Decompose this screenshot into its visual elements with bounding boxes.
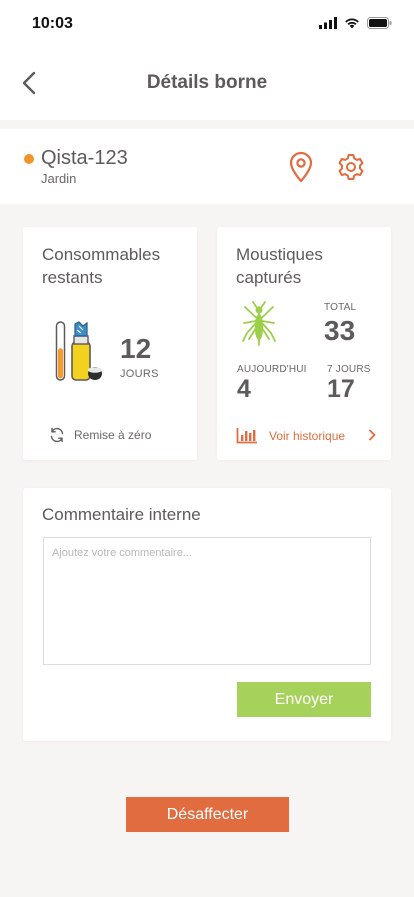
refill-bottle-icon (55, 321, 102, 381)
device-header: Qista-123 Jardin (0, 129, 414, 204)
unassign-button[interactable]: Désaffecter (126, 797, 289, 832)
top-navigation-bar: Détails borne (0, 48, 414, 120)
consumables-title: Consommables restants (42, 243, 160, 289)
total-label: TOTAL (324, 302, 357, 313)
wifi-icon (345, 18, 359, 29)
comment-card: Commentaire interne Envoyer (23, 488, 391, 741)
page-title: Détails borne (146, 72, 268, 93)
send-button[interactable]: Envoyer (237, 682, 371, 717)
week-value: 17 (327, 375, 355, 403)
location-button[interactable] (288, 151, 314, 183)
mosquitoes-card: Moustiques capturés TOTAL 33 AUJOURD'HUI… (217, 227, 391, 460)
consumable-days-value: 12 (120, 333, 152, 364)
bar-chart-icon (236, 428, 257, 444)
reset-label: Remise à zéro (74, 428, 152, 442)
device-location: Jardin (41, 171, 77, 186)
history-link[interactable]: Voir historique (236, 427, 376, 445)
week-label: 7 JOURS (327, 364, 371, 375)
today-label: AUJOURD'HUI (237, 364, 307, 375)
device-name: Qista-123 (41, 147, 128, 169)
mosquito-icon (242, 301, 276, 346)
status-time: 10:03 (32, 15, 73, 32)
chevron-right-icon (369, 429, 376, 441)
settings-button[interactable] (337, 153, 365, 181)
battery-icon (367, 17, 392, 29)
refresh-icon (50, 427, 64, 443)
consumable-level-fill (58, 348, 63, 379)
mosquitoes-title: Moustiques capturés (236, 243, 323, 289)
consumables-card: Consommables restants 12 JOURS Remise à … (23, 227, 197, 460)
consumables-title-line2: restants (42, 268, 103, 287)
map-pin-icon (289, 151, 313, 183)
status-bar: 10:03 (0, 0, 414, 48)
reset-button[interactable]: Remise à zéro (49, 427, 151, 443)
mosquitoes-title-line1: Moustiques (236, 245, 323, 264)
consumable-days-unit: JOURS (120, 368, 159, 380)
gear-icon (338, 154, 364, 180)
today-value: 4 (237, 375, 251, 403)
signal-icon (319, 17, 337, 29)
history-label: Voir historique (269, 429, 346, 443)
status-icons (319, 17, 392, 29)
comment-input[interactable] (43, 537, 371, 665)
total-value: 33 (324, 315, 356, 346)
consumables-title-line1: Consommables (42, 245, 161, 264)
mosquitoes-title-line2: capturés (236, 268, 302, 287)
device-status-dot (24, 154, 34, 164)
comment-title: Commentaire interne (42, 505, 201, 524)
